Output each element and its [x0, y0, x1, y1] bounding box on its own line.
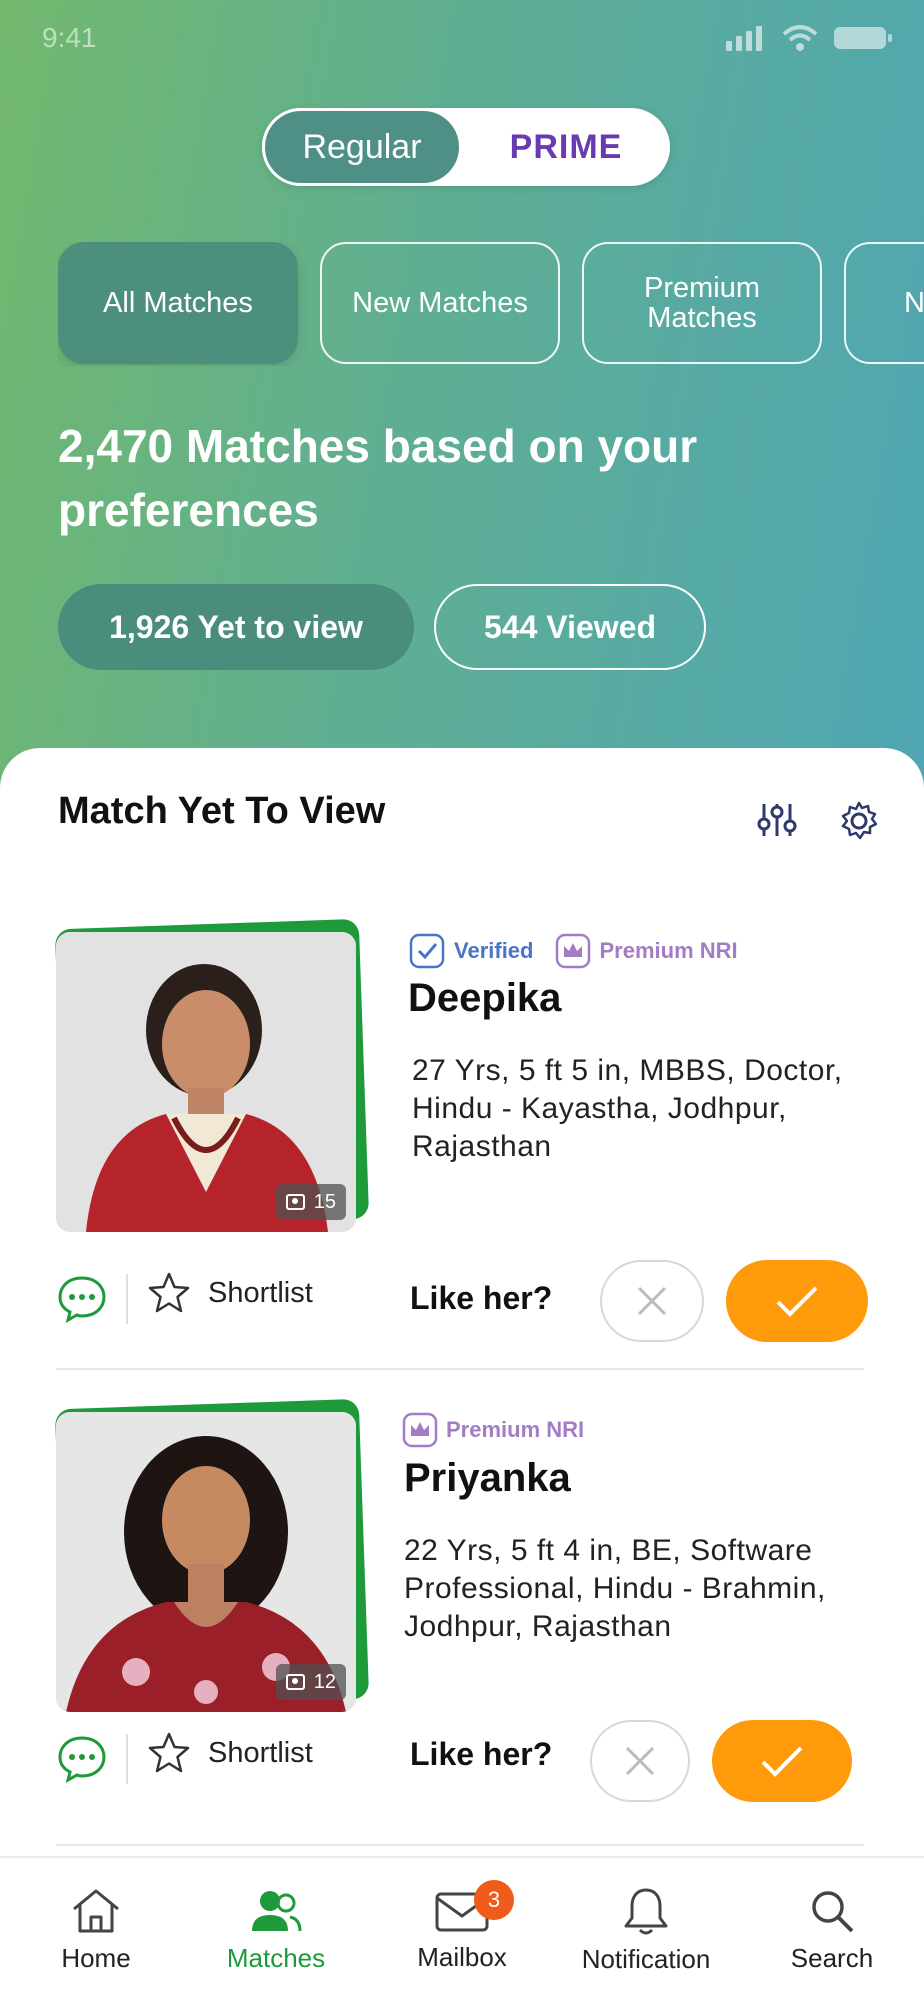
profile-name[interactable]: Priyanka	[404, 1456, 571, 1501]
section-tools	[756, 800, 880, 842]
decline-button[interactable]	[600, 1260, 704, 1342]
yet-to-view-pill[interactable]: 1,926 Yet to view	[58, 584, 414, 670]
filter-sliders-icon[interactable]	[756, 800, 798, 840]
profile-card: 15 Verified Premium NRI Deepika 27 Yrs, …	[0, 918, 924, 1402]
nav-home-label: Home	[61, 1942, 131, 1973]
nav-notification[interactable]: Notification	[554, 1858, 738, 2000]
shortlist-label: Shortlist	[208, 1276, 313, 1309]
crown-icon	[402, 1412, 438, 1448]
filter-all-matches[interactable]: All Matches	[58, 242, 298, 364]
like-question: Like her?	[410, 1736, 553, 1772]
matches-people-icon	[252, 1890, 302, 1931]
mode-prime-button[interactable]: PRIME	[462, 108, 670, 186]
chat-icon[interactable]	[56, 1274, 108, 1324]
nav-search[interactable]: Search	[740, 1858, 924, 2000]
nav-mailbox-label: Mailbox	[417, 1941, 507, 1972]
matches-sheet: Match Yet To View 15 Verified Premium NR…	[0, 748, 924, 2000]
star-icon	[148, 1732, 190, 1773]
profile-details: 22 Yrs, 5 ft 4 in, BE, Software Professi…	[404, 1534, 826, 1643]
star-icon	[148, 1272, 190, 1313]
nav-notification-label: Notification	[581, 1943, 711, 1974]
photo-count-badge: 15	[275, 1184, 346, 1220]
photo-count-badge: 12	[275, 1664, 346, 1700]
signal-icon	[726, 26, 762, 51]
gallery-icon	[285, 1674, 305, 1690]
chat-icon[interactable]	[56, 1734, 108, 1784]
verified-badge: Verified	[408, 932, 533, 970]
filter-more-matches[interactable]: N M	[844, 242, 924, 364]
crown-icon	[556, 933, 591, 969]
card-divider	[56, 1368, 864, 1370]
accept-button[interactable]	[712, 1720, 852, 1802]
profile-badges: Verified Premium NRI	[408, 932, 738, 970]
profile-details: 27 Yrs, 5 ft 5 in, MBBS, Doctor, Hindu -…	[412, 1054, 843, 1163]
section-title: Match Yet To View	[58, 790, 386, 832]
matches-headline: 2,470 Matches based on your preferences	[58, 420, 698, 536]
check-icon	[776, 1286, 818, 1317]
accept-button[interactable]	[726, 1260, 868, 1342]
profile-badges: Premium NRI	[402, 1412, 584, 1448]
filter-new-matches[interactable]: New Matches	[320, 242, 560, 364]
status-icons	[724, 24, 894, 52]
profile-name[interactable]: Deepika	[408, 976, 561, 1021]
check-icon	[761, 1746, 803, 1777]
verified-shield-icon	[409, 933, 445, 969]
premium-label: Premium NRI	[599, 938, 738, 963]
verified-label: Verified	[454, 938, 534, 963]
settings-gear-icon[interactable]	[838, 800, 880, 842]
nav-search-label: Search	[790, 1942, 874, 1973]
nav-mailbox[interactable]: 3 Mailbox	[370, 1858, 554, 2000]
premium-badge: Premium NRI	[555, 933, 738, 969]
wifi-icon	[782, 25, 818, 51]
like-question: Like her?	[410, 1280, 553, 1316]
viewed-pill[interactable]: 544 Viewed	[434, 584, 706, 670]
profile-card: 12 Premium NRI Priyanka 22 Yrs, 5 ft 4 i…	[0, 1398, 924, 1882]
shortlist-button[interactable]: Shortlist	[146, 1730, 313, 1776]
mailbox-badge: 3	[474, 1880, 514, 1920]
profile-photo-frame[interactable]: 15	[54, 918, 370, 1242]
nav-matches-label: Matches	[226, 1942, 326, 1973]
mode-regular-button[interactable]: Regular	[262, 108, 462, 186]
card-divider	[56, 1844, 864, 1846]
close-icon	[625, 1746, 655, 1776]
profile-photo-frame[interactable]: 12	[54, 1398, 370, 1722]
shortlist-label: Shortlist	[208, 1736, 313, 1769]
gallery-icon	[285, 1194, 305, 1210]
filter-premium-matches[interactable]: Premium Matches	[582, 242, 822, 364]
home-icon	[73, 1889, 119, 1932]
profile-actions: Shortlist Like her?	[0, 1712, 924, 1802]
status-bar: 9:41	[0, 0, 924, 72]
battery-icon	[834, 27, 892, 49]
premium-badge: Premium NRI	[402, 1412, 584, 1448]
photo-count: 15	[313, 1190, 336, 1213]
profile-actions: Shortlist Like her?	[0, 1252, 924, 1342]
close-icon	[637, 1286, 667, 1316]
mode-toggle: Regular PRIME	[262, 108, 670, 186]
nav-home[interactable]: Home	[4, 1858, 188, 2000]
photo-count: 12	[313, 1670, 336, 1693]
nav-matches[interactable]: Matches	[184, 1858, 368, 2000]
action-divider	[126, 1734, 128, 1784]
decline-button[interactable]	[590, 1720, 690, 1802]
shortlist-button[interactable]: Shortlist	[146, 1270, 313, 1316]
filter-chips: All Matches New Matches Premium Matches …	[58, 242, 924, 366]
bottom-nav: Home Matches 3 Mailbox Notification Sear…	[0, 1856, 924, 2000]
bell-icon	[624, 1888, 668, 1934]
premium-label: Premium NRI	[446, 1417, 585, 1442]
status-time: 9:41	[42, 22, 97, 53]
action-divider	[126, 1274, 128, 1324]
search-icon	[812, 1890, 854, 1932]
